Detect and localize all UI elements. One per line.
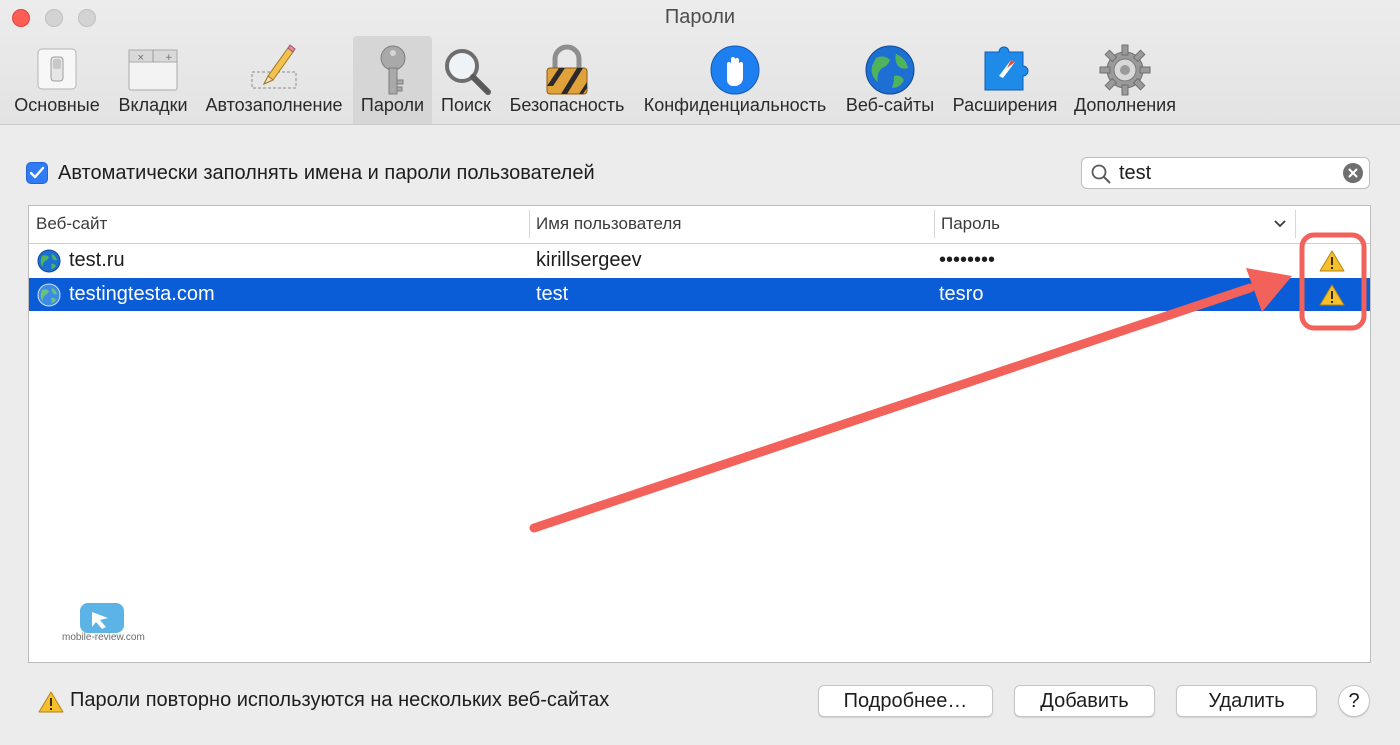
column-divider[interactable] [529, 210, 530, 238]
table-row[interactable]: testingtesta.com test tesro [29, 278, 1370, 311]
search-icon [445, 49, 491, 95]
toolbar-item-advanced[interactable]: Дополнения [1068, 36, 1182, 124]
website-cell: testingtesta.com [69, 283, 215, 305]
toolbar-label: Основные [14, 95, 100, 115]
details-button[interactable]: Подробнее… [818, 685, 993, 717]
toolbar-label: Безопасность [509, 95, 625, 115]
toolbar-label: Веб-сайты [845, 95, 935, 115]
svg-text:×: × [137, 53, 145, 63]
window-title: Пароли [664, 6, 736, 28]
tabs-icon: × + [128, 49, 178, 91]
chevron-down-icon[interactable] [1273, 218, 1287, 230]
column-divider[interactable] [934, 210, 935, 238]
toolbar-label: Вкладки [118, 95, 188, 115]
globe-icon [37, 249, 61, 273]
toolbar-label: Конфиденциальность [643, 95, 827, 115]
password-cell: tesro [939, 283, 984, 305]
toolbar-label: Расширения [952, 95, 1058, 115]
column-header-username[interactable]: Имя пользователя [536, 214, 682, 234]
key-icon [380, 45, 405, 95]
toolbar-item-search[interactable]: Поиск [434, 36, 498, 124]
toolbar-label: Автозаполнение [205, 95, 343, 115]
toolbar-item-privacy[interactable]: Конфиденциальность [636, 36, 834, 124]
extensions-puzzle-icon [984, 46, 1029, 91]
password-cell: •••••••• [939, 249, 996, 271]
username-cell: test [536, 283, 569, 305]
autofill-pencil-icon [251, 44, 297, 89]
table-row[interactable]: test.ru kirillsergeev •••••••• [29, 244, 1370, 277]
warning-icon[interactable] [1319, 283, 1345, 307]
svg-text:+: + [165, 53, 173, 63]
clear-search-button[interactable] [1343, 163, 1363, 183]
help-button[interactable]: ? [1338, 685, 1370, 717]
gear-icon [1099, 44, 1151, 96]
autofill-checkbox-label[interactable]: Автоматически заполнять имена и пароли п… [58, 162, 595, 185]
autofill-checkbox[interactable] [26, 162, 48, 184]
username-cell: kirillsergeev [536, 249, 642, 271]
website-cell: test.ru [69, 249, 125, 271]
column-header-password[interactable]: Пароль [941, 214, 1000, 234]
general-switch-icon [37, 48, 77, 90]
window-titlebar: Пароли Основные × + Вкладки Автозаполнен… [0, 0, 1400, 125]
globe-icon [37, 283, 61, 307]
globe-icon [865, 45, 915, 95]
toolbar-item-websites[interactable]: Веб-сайты [838, 36, 942, 124]
warning-icon[interactable] [1319, 249, 1345, 273]
toolbar-item-extensions[interactable]: Расширения [946, 36, 1064, 124]
search-input[interactable]: test [1119, 162, 1151, 185]
toolbar-item-tabs[interactable]: × + Вкладки [111, 36, 195, 124]
checkmark-icon [29, 166, 45, 179]
lock-icon [546, 44, 588, 95]
table-header: Веб-сайт Имя пользователя Пароль [29, 206, 1370, 244]
warning-icon [38, 691, 64, 713]
column-header-website[interactable]: Веб-сайт [36, 214, 107, 234]
toolbar-item-autofill[interactable]: Автозаполнение [197, 36, 351, 124]
reused-passwords-warning: Пароли повторно используются на нескольк… [70, 689, 610, 711]
passwords-table[interactable]: Веб-сайт Имя пользователя Пароль test.ru… [28, 205, 1371, 663]
add-button[interactable]: Добавить [1014, 685, 1155, 717]
toolbar-item-security[interactable]: Безопасность [502, 36, 632, 124]
toolbar-item-general[interactable]: Основные [4, 36, 110, 124]
privacy-hand-icon [710, 45, 760, 95]
remove-button[interactable]: Удалить [1176, 685, 1317, 717]
close-icon [1348, 168, 1358, 178]
toolbar-label: Поиск [441, 95, 491, 115]
toolbar-item-passwords[interactable]: Пароли [353, 36, 432, 124]
search-icon [1091, 164, 1111, 184]
search-field[interactable]: test [1081, 157, 1370, 189]
column-divider[interactable] [1295, 210, 1296, 238]
toolbar-label: Пароли [360, 95, 425, 115]
toolbar-label: Дополнения [1074, 95, 1176, 115]
watermark-text: mobile-review.com [62, 632, 145, 643]
